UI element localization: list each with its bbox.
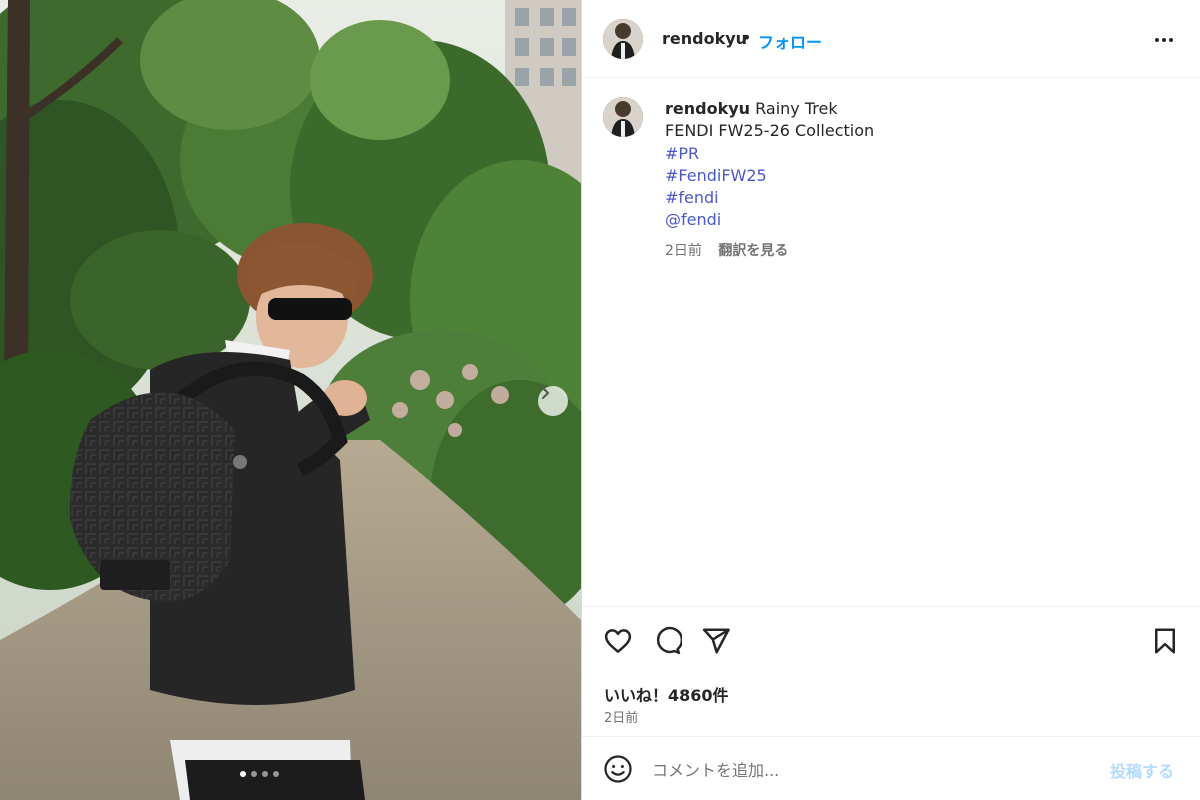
hashtag-link[interactable]: #PR	[665, 143, 1165, 165]
header-username[interactable]: rendokyu	[662, 29, 747, 48]
caption-meta: 2日前 翻訳を見る	[665, 240, 788, 260]
caption-line-1: Rainy Trek	[755, 99, 838, 118]
avatar-image	[603, 19, 643, 59]
comments-area	[582, 282, 1200, 606]
comment-input[interactable]	[650, 755, 1074, 785]
carousel-dot	[262, 771, 268, 777]
emoji-icon[interactable]	[603, 754, 633, 784]
post-details-panel: rendokyu • フォロー rendokyu Rainy Trek FEND…	[581, 0, 1200, 800]
instagram-post-view: rendokyu • フォロー rendokyu Rainy Trek FEND…	[0, 0, 1200, 800]
hashtag-link[interactable]: #fendi	[665, 187, 1165, 209]
mention-link[interactable]: @fendi	[665, 209, 1165, 231]
caption-username[interactable]: rendokyu	[665, 99, 750, 118]
more-options-icon[interactable]	[1152, 28, 1176, 52]
carousel-dot	[251, 771, 257, 777]
post-photo[interactable]	[0, 0, 581, 800]
carousel-dot	[273, 771, 279, 777]
photo-illustration	[0, 0, 581, 800]
comment-bar: 投稿する	[582, 736, 1200, 800]
caption-time: 2日前	[665, 243, 702, 259]
post-actions: いいね！4860件 2日前	[582, 606, 1200, 736]
caption-avatar[interactable]	[603, 97, 643, 137]
hashtag-link[interactable]: #FendiFW25	[665, 165, 1165, 187]
follow-button[interactable]: フォロー	[758, 29, 822, 53]
post-comment-button[interactable]: 投稿する	[1110, 758, 1174, 782]
next-slide-button[interactable]	[538, 386, 568, 416]
carousel-dot	[240, 771, 246, 777]
avatar[interactable]	[603, 19, 643, 59]
caption-line-2: FENDI FW25-26 Collection	[665, 121, 875, 141]
post-header: rendokyu • フォロー	[582, 0, 1200, 78]
avatar-image	[603, 97, 643, 137]
comment-icon[interactable]	[652, 626, 682, 656]
carousel-indicator	[240, 771, 279, 777]
send-icon[interactable]	[701, 626, 731, 656]
chevron-right-icon	[542, 387, 549, 399]
heart-icon[interactable]	[603, 626, 633, 656]
header-separator: •	[742, 28, 752, 47]
post-caption: rendokyu Rainy Trek FENDI FW25-26 Collec…	[665, 98, 1165, 232]
bookmark-icon[interactable]	[1150, 626, 1180, 656]
like-count[interactable]: いいね！4860件	[604, 682, 729, 706]
post-date: 2日前	[604, 711, 639, 726]
translate-button[interactable]: 翻訳を見る	[718, 243, 788, 259]
